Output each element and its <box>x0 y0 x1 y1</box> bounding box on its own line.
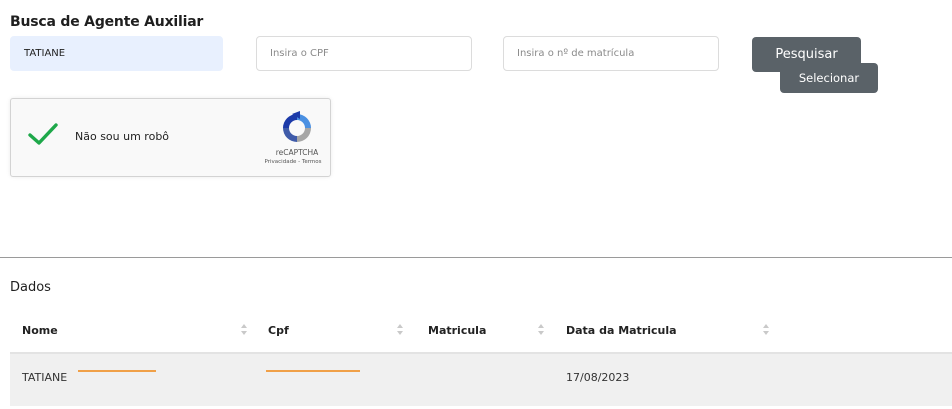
page: Busca de Agente Auxiliar TATIANE Insira … <box>0 0 952 409</box>
sort-icon[interactable] <box>397 324 405 336</box>
data-section-title: Dados <box>10 280 51 295</box>
redaction-mark <box>266 370 360 372</box>
table-row: TATIANE 17/08/2023 <box>10 354 952 406</box>
column-header-data-matricula[interactable]: Data da Matricula <box>566 307 677 354</box>
recaptcha-logo-icon <box>283 111 311 142</box>
sort-icon[interactable] <box>241 324 249 336</box>
matricula-placeholder: Insira o nº de matrícula <box>517 48 635 59</box>
section-divider <box>0 257 952 258</box>
sort-icon[interactable] <box>538 324 546 336</box>
checkmark-icon[interactable] <box>27 121 59 147</box>
matricula-input[interactable]: Insira o nº de matrícula <box>503 36 719 71</box>
recaptcha-widget: Não sou um robô reCAPTCHA Privacidade - … <box>10 98 331 177</box>
table-header: Nome Cpf Matricula Data da Matricula <box>10 307 952 354</box>
cpf-placeholder: Insira o CPF <box>270 48 329 59</box>
captcha-label: Não sou um robô <box>75 130 170 143</box>
recaptcha-privacy-links[interactable]: Privacidade - Termos <box>247 159 339 165</box>
column-header-matricula[interactable]: Matricula <box>428 307 486 354</box>
search-section-title: Busca de Agente Auxiliar <box>10 14 204 30</box>
cpf-input[interactable]: Insira o CPF <box>256 36 472 71</box>
name-input[interactable]: TATIANE <box>10 36 223 71</box>
redaction-mark <box>78 370 156 372</box>
column-header-nome[interactable]: Nome <box>22 307 58 354</box>
column-header-cpf[interactable]: Cpf <box>268 307 289 354</box>
cell-nome: TATIANE <box>22 371 68 384</box>
sort-icon[interactable] <box>763 324 771 336</box>
results-table: Nome Cpf Matricula Data da Matricula TAT… <box>10 307 952 406</box>
select-button[interactable]: Selecionar <box>780 63 878 93</box>
recaptcha-brand: reCAPTCHA <box>275 148 319 157</box>
cell-data-matricula: 17/08/2023 <box>566 371 630 384</box>
